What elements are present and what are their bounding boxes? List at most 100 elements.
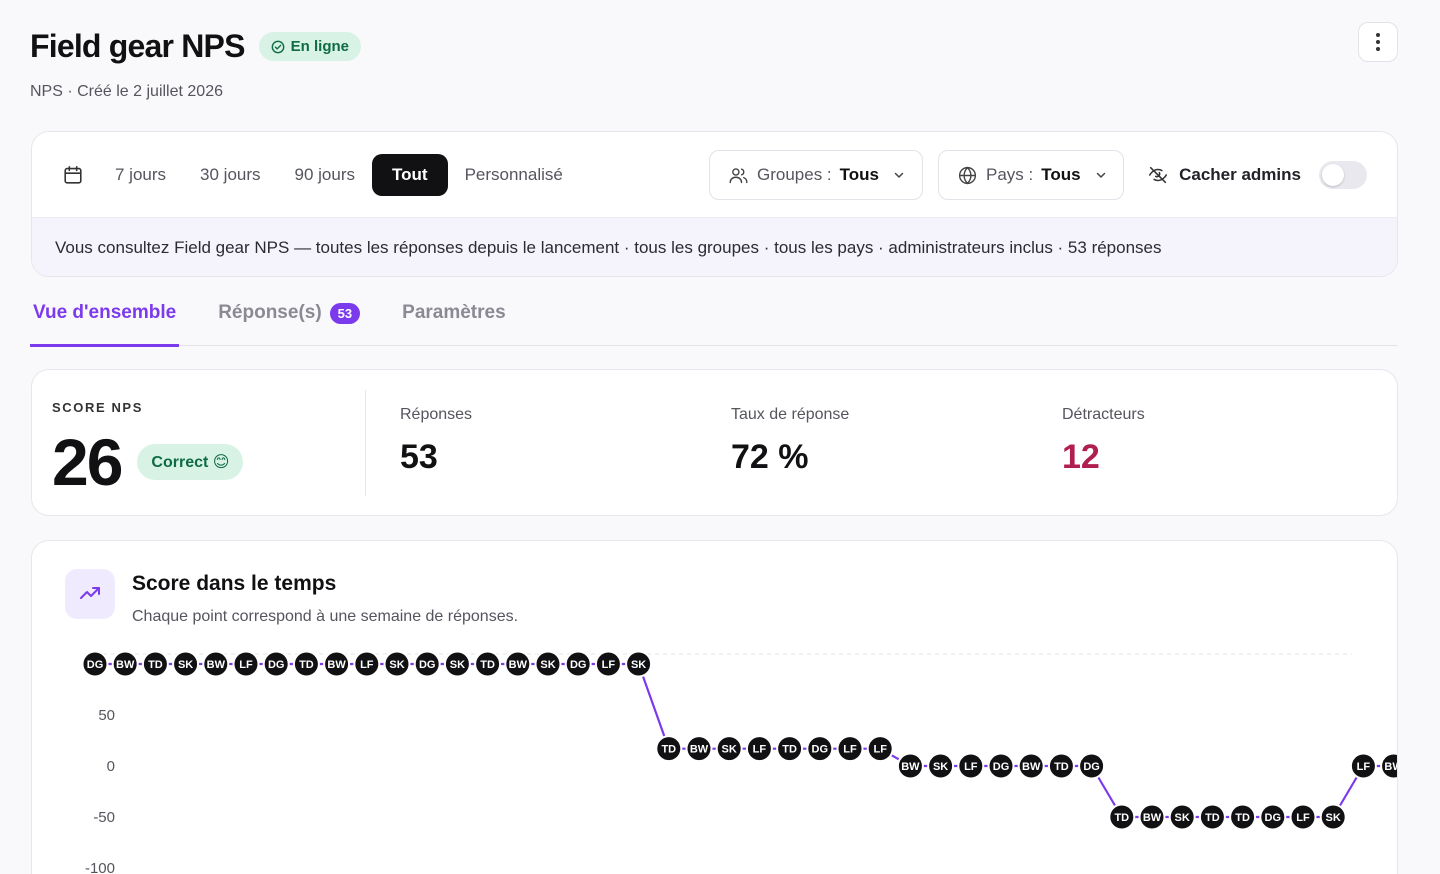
data-point-initials: LF (602, 659, 616, 671)
data-point-avatar[interactable]: LF (866, 735, 894, 763)
tab-bar: Vue d'ensemble Réponse(s) 53 Paramètres (30, 296, 1398, 347)
tab-responses[interactable]: Réponse(s) 53 (215, 296, 363, 346)
kpi-detractors-label: Détracteurs (1062, 406, 1145, 423)
data-point-initials: SK (540, 659, 555, 671)
data-point-avatar[interactable]: DG (413, 650, 441, 678)
score-line-chart: 50 0 -50 -100 DG BW TD SK BW LF DG TD BW LF SK DG SK TD BW… (81, 650, 1398, 874)
kpi-responses-value: 53 (400, 438, 438, 476)
kpi-divider (365, 390, 366, 496)
data-point-avatar[interactable]: SK (383, 650, 411, 678)
data-point-initials: BW (690, 744, 709, 756)
data-point-avatar[interactable]: LF (1289, 803, 1317, 831)
data-point-initials: SK (933, 761, 948, 773)
calendar-icon[interactable] (62, 164, 84, 186)
data-point-avatar[interactable]: BW (202, 650, 230, 678)
data-point-initials: BW (1022, 761, 1041, 773)
range-all-button[interactable]: Tout (372, 153, 448, 196)
range-30-days-button[interactable]: 30 jours (183, 154, 277, 196)
data-point-avatar[interactable]: TD (1229, 803, 1257, 831)
data-point-avatar[interactable]: DG (987, 752, 1015, 780)
data-point-avatar[interactable]: BW (685, 735, 713, 763)
data-point-avatar[interactable]: BW (323, 650, 351, 678)
data-point-avatar[interactable]: LF (594, 650, 622, 678)
tab-overview[interactable]: Vue d'ensemble (30, 296, 180, 347)
kpi-detractors: Détracteurs 12 (1062, 406, 1145, 477)
data-point-avatar[interactable]: DG (262, 650, 290, 678)
data-point-avatar[interactable]: TD (474, 650, 502, 678)
hide-admins-toggle[interactable] (1319, 161, 1367, 189)
data-point-initials: DG (1083, 761, 1100, 773)
data-point-avatar[interactable]: SK (1168, 803, 1196, 831)
data-point-avatar[interactable]: BW (1138, 803, 1166, 831)
groups-dropdown[interactable]: Groupes : Tous (709, 150, 923, 200)
kpi-card: SCORE NPS 26 Correct 😊 Réponses 53 Taux … (31, 369, 1398, 516)
data-point-avatar[interactable]: TD (1047, 752, 1075, 780)
status-label: En ligne (290, 38, 349, 55)
y-tick-label: 50 (98, 707, 115, 724)
filter-row: 7 jours 30 jours 90 jours Tout Personnal… (32, 132, 1397, 218)
data-point-initials: DG (87, 659, 104, 671)
nps-score-label: SCORE NPS (52, 400, 143, 415)
data-point-avatar[interactable]: DG (564, 650, 592, 678)
data-point-avatar[interactable]: LF (957, 752, 985, 780)
data-point-avatar[interactable]: LF (1349, 752, 1377, 780)
data-point-avatar[interactable]: TD (1108, 803, 1136, 831)
data-point-initials: BW (509, 659, 528, 671)
data-point-avatar[interactable]: LF (836, 735, 864, 763)
data-point-avatar[interactable]: TD (141, 650, 169, 678)
more-vertical-icon (1376, 32, 1380, 53)
data-point-initials: TD (1205, 812, 1220, 824)
nps-rating-badge: Correct 😊 (137, 444, 244, 480)
data-point-initials: TD (148, 659, 163, 671)
kpi-response-rate-value: 72 % (731, 438, 809, 476)
range-custom-button[interactable]: Personnalisé (448, 154, 580, 196)
range-90-days-button[interactable]: 90 jours (278, 154, 372, 196)
data-point-avatar[interactable]: BW (1017, 752, 1045, 780)
data-point-initials: SK (722, 744, 737, 756)
data-point-avatar[interactable]: SK (172, 650, 200, 678)
data-point-initials: SK (450, 659, 465, 671)
kpi-responses: Réponses 53 (400, 406, 472, 477)
data-point-avatar[interactable]: SK (443, 650, 471, 678)
score-over-time-card: Score dans le temps Chaque point corresp… (31, 540, 1398, 874)
countries-dropdown[interactable]: Pays : Tous (938, 150, 1124, 200)
data-point-avatar[interactable]: LF (353, 650, 381, 678)
tab-settings[interactable]: Paramètres (399, 296, 509, 346)
data-point-initials: TD (1235, 812, 1250, 824)
data-point-avatar[interactable]: LF (232, 650, 260, 678)
data-point-avatar[interactable]: SK (625, 650, 653, 678)
data-point-avatar[interactable]: BW (896, 752, 924, 780)
data-point-initials: LF (239, 659, 253, 671)
data-point-avatar[interactable]: TD (1198, 803, 1226, 831)
more-options-button[interactable] (1358, 22, 1398, 62)
filter-summary: Vous consultez Field gear NPS — toutes l… (32, 218, 1397, 276)
data-point-avatar[interactable]: SK (1319, 803, 1347, 831)
data-point-avatar[interactable]: LF (745, 735, 773, 763)
data-point-initials: DG (812, 744, 829, 756)
data-point-avatar[interactable]: SK (534, 650, 562, 678)
y-tick-label: -50 (93, 809, 115, 826)
range-7-days-button[interactable]: 7 jours (98, 154, 183, 196)
chevron-down-icon (1096, 172, 1105, 178)
data-point-initials: DG (268, 659, 285, 671)
kpi-response-rate-label: Taux de réponse (731, 406, 850, 423)
data-point-initials: SK (631, 659, 646, 671)
data-point-avatar[interactable]: TD (655, 735, 683, 763)
data-point-avatar[interactable]: BW (111, 650, 139, 678)
data-point-initials: LF (843, 744, 857, 756)
data-point-avatar[interactable]: SK (715, 735, 743, 763)
data-point-initials: SK (1175, 812, 1190, 824)
data-point-initials: DG (993, 761, 1010, 773)
data-point-initials: LF (1296, 812, 1310, 824)
data-point-avatar[interactable]: SK (927, 752, 955, 780)
data-point-avatar[interactable]: DG (806, 735, 834, 763)
data-point-avatar[interactable]: DG (1078, 752, 1106, 780)
data-point-avatar[interactable]: DG (1259, 803, 1287, 831)
data-point-initials: LF (360, 659, 374, 671)
data-point-initials: TD (480, 659, 495, 671)
data-point-avatar[interactable]: TD (776, 735, 804, 763)
data-point-avatar[interactable]: DG (81, 650, 109, 678)
data-point-avatar[interactable]: BW (1380, 752, 1398, 780)
data-point-avatar[interactable]: BW (504, 650, 532, 678)
data-point-avatar[interactable]: TD (292, 650, 320, 678)
